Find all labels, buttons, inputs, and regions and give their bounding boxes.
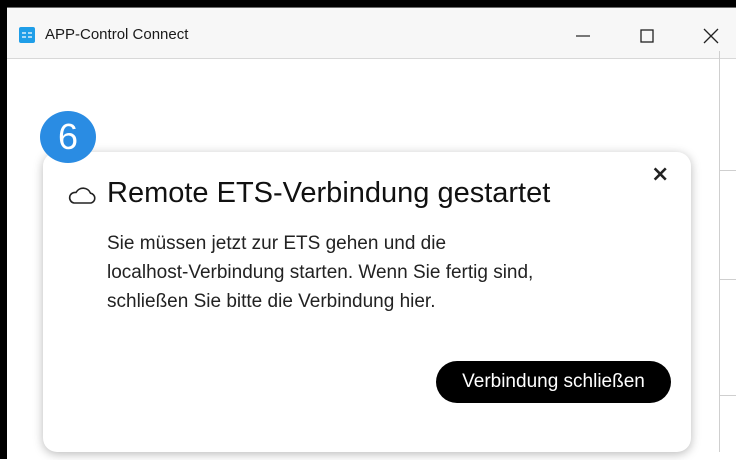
background-panel-line [720,395,736,396]
dialog-title: Remote ETS-Verbindung gestartet [107,177,551,209]
minimize-icon [576,35,590,37]
background-panel-line [720,170,736,171]
close-icon [703,28,719,44]
minimize-button[interactable] [555,16,611,56]
close-window-button[interactable] [683,16,736,56]
step-number-badge: 6 [40,111,96,163]
screen-frame-left [0,0,7,459]
cloud-icon [68,187,96,204]
maximize-button[interactable] [619,16,675,56]
dialog-message-line: Sie müssen jetzt zur ETS gehen und die [107,233,447,254]
dialog-close-button[interactable]: × [651,162,669,187]
dialog-message-line: schließen Sie bitte die Verbindung hier. [107,291,436,312]
dialog-message-line: localhost-Verbindung starten. Wenn Sie f… [107,262,534,283]
dialog-message: Sie müssen jetzt zur ETS gehen und die l… [107,229,647,316]
window-title: APP-Control Connect [45,26,189,43]
app-control-icon [19,27,35,43]
background-panel-line [720,279,736,280]
maximize-icon [640,29,654,43]
screen-frame-top [0,0,736,7]
close-connection-button[interactable]: Verbindung schließen [436,361,671,403]
remote-ets-dialog: Remote ETS-Verbindung gestartet × Sie mü… [43,152,691,452]
title-bar[interactable]: APP-Control Connect [7,8,736,59]
background-panel-edge [719,51,720,452]
